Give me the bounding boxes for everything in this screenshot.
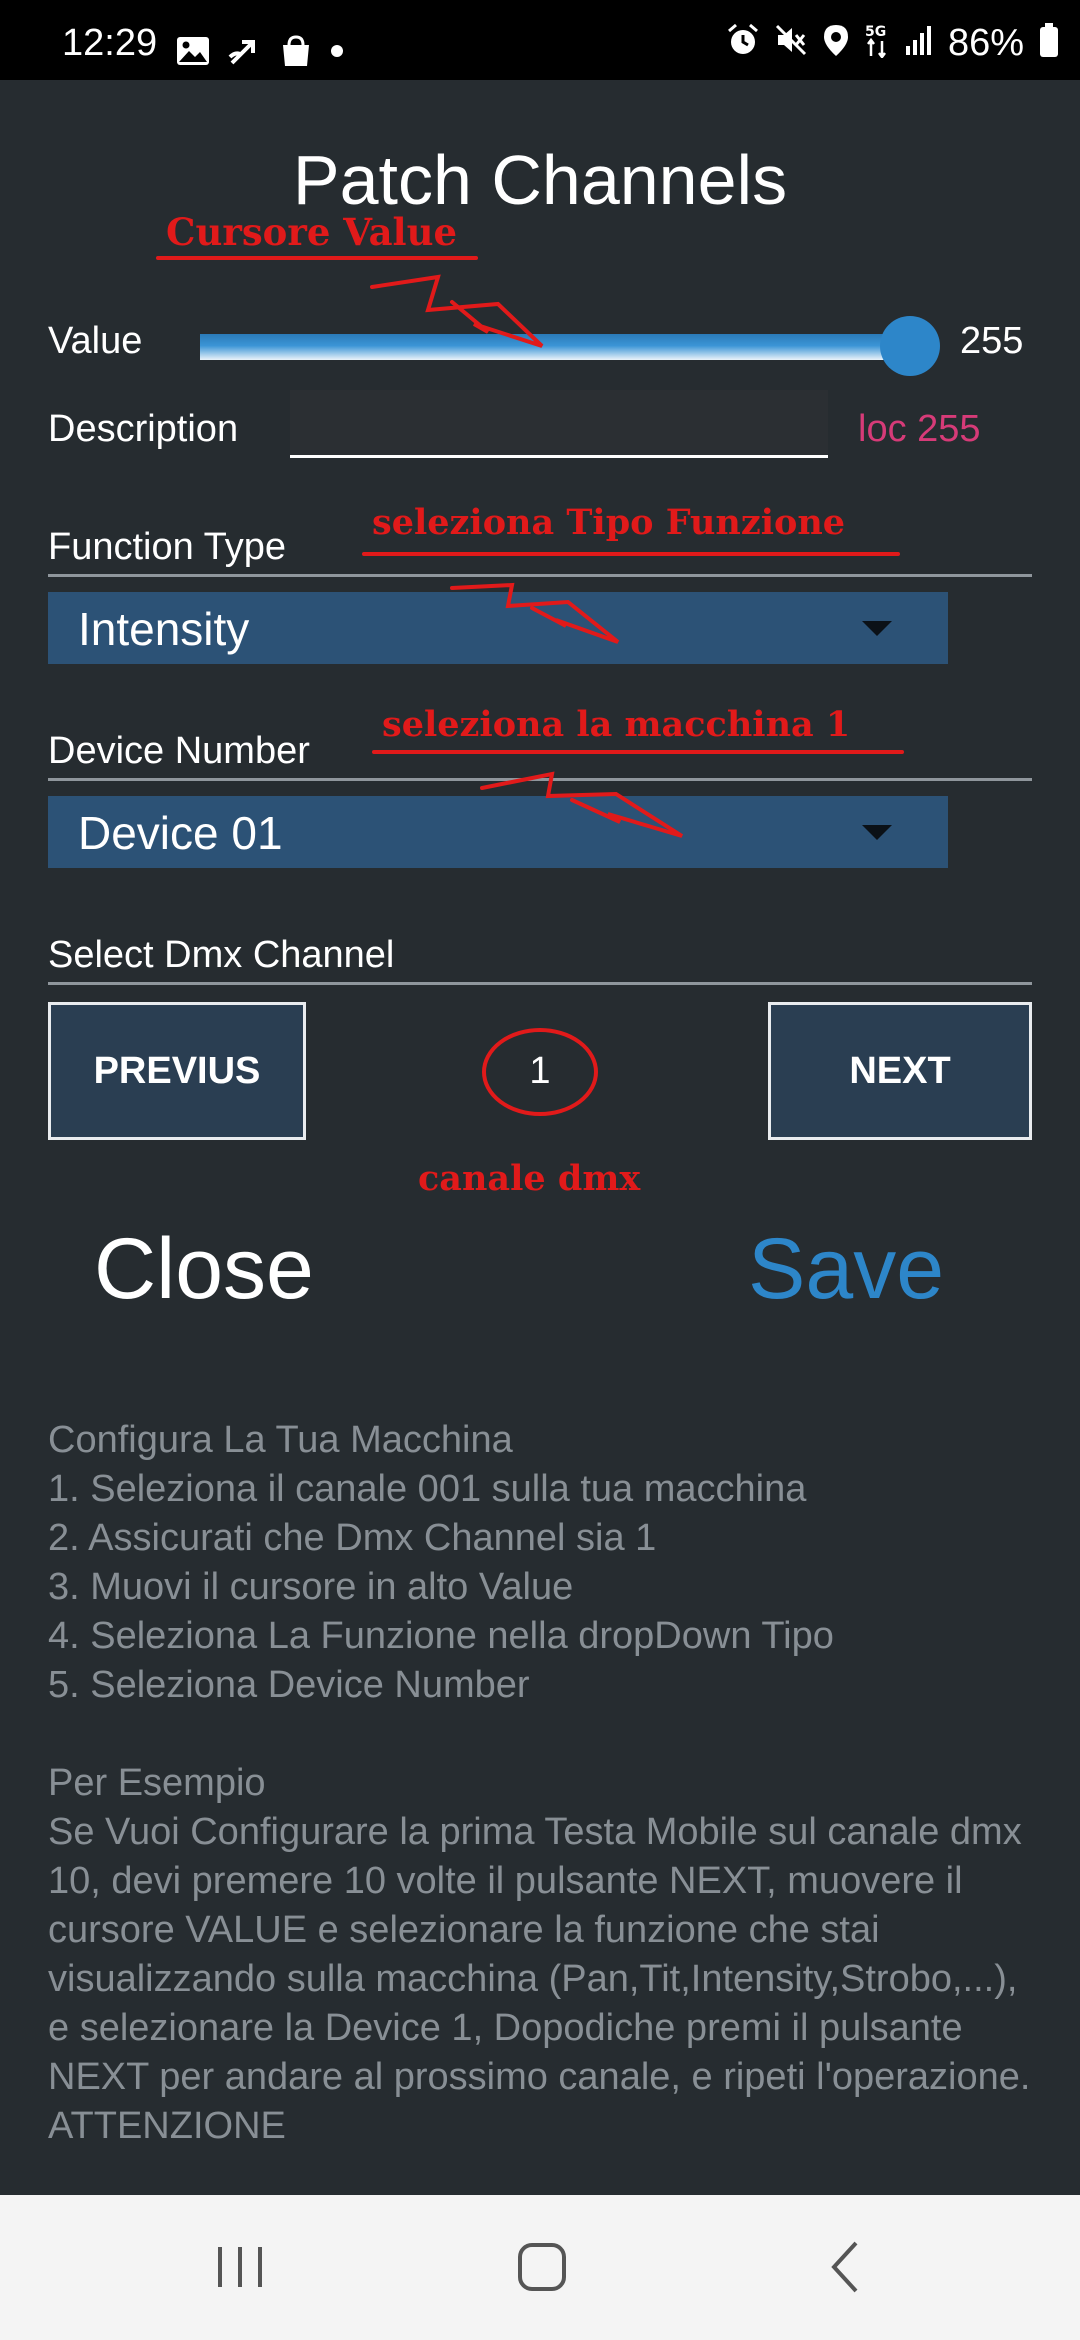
divider (48, 982, 1032, 985)
device-number-dropdown[interactable]: Device 01 (48, 796, 948, 868)
dot-icon (330, 44, 344, 63)
value-slider[interactable] (200, 316, 950, 376)
previous-button[interactable]: PREVIUS (48, 1002, 306, 1140)
dropdown-arrow-icon (862, 825, 892, 840)
save-button[interactable]: Save (748, 1220, 944, 1319)
slider-track (200, 334, 910, 360)
loc-text: loc 255 (858, 408, 981, 450)
5g-icon: 5G (864, 22, 890, 63)
annotation-cursor-value: Cursore Value (166, 210, 458, 254)
description-label: Description (48, 408, 239, 450)
back-icon[interactable] (826, 2239, 866, 2300)
status-icons-right: 5G 86% (726, 22, 1060, 63)
slider-thumb[interactable] (880, 316, 940, 376)
device-number-label: Device Number (48, 730, 310, 772)
mute-icon (774, 23, 808, 62)
page-title: Patch Channels (292, 141, 788, 219)
battery-percent: 86% (947, 21, 1024, 64)
home-icon[interactable] (514, 2239, 570, 2300)
value-label: Value (48, 320, 143, 362)
gallery-icon (176, 36, 210, 71)
close-button[interactable]: Close (94, 1220, 314, 1319)
channel-number: 1 (529, 1050, 551, 1092)
divider (48, 574, 1032, 577)
battery-icon (1038, 22, 1060, 63)
location-icon (822, 23, 850, 62)
next-button[interactable]: NEXT (768, 1002, 1032, 1140)
patch-channels-screen: Patch Channels Value 255 Description loc… (0, 80, 1080, 2195)
svg-text:5G: 5G (865, 24, 886, 40)
value-readout: 255 (960, 320, 1024, 362)
status-bar: 12:29 5G 86% (0, 0, 1080, 80)
dropdown-arrow-icon (862, 621, 892, 636)
function-type-dropdown[interactable]: Intensity (48, 592, 948, 664)
annotation-device: seleziona la macchina 1 (382, 704, 851, 745)
annotation-dmx-channel: canale dmx (418, 1158, 641, 1199)
signal-icon (904, 24, 934, 61)
missed-call-icon (228, 35, 262, 72)
divider (48, 778, 1032, 781)
nav-bar (0, 2195, 1080, 2340)
function-type-label: Function Type (48, 526, 287, 568)
instructions-text: Configura La Tua Macchina 1. Seleziona i… (48, 1419, 1031, 2147)
annotation-function-type: seleziona Tipo Funzione (372, 502, 846, 543)
device-selected: Device 01 (78, 807, 283, 859)
function-type-selected: Intensity (78, 603, 250, 655)
recent-apps-icon[interactable] (212, 2241, 268, 2298)
description-input[interactable] (290, 390, 828, 458)
status-time: 12:29 (62, 22, 158, 64)
status-icons-left (176, 34, 344, 73)
alarm-icon (726, 23, 760, 62)
shopping-bag-icon (280, 34, 312, 73)
dmx-channel-label: Select Dmx Channel (48, 934, 395, 976)
